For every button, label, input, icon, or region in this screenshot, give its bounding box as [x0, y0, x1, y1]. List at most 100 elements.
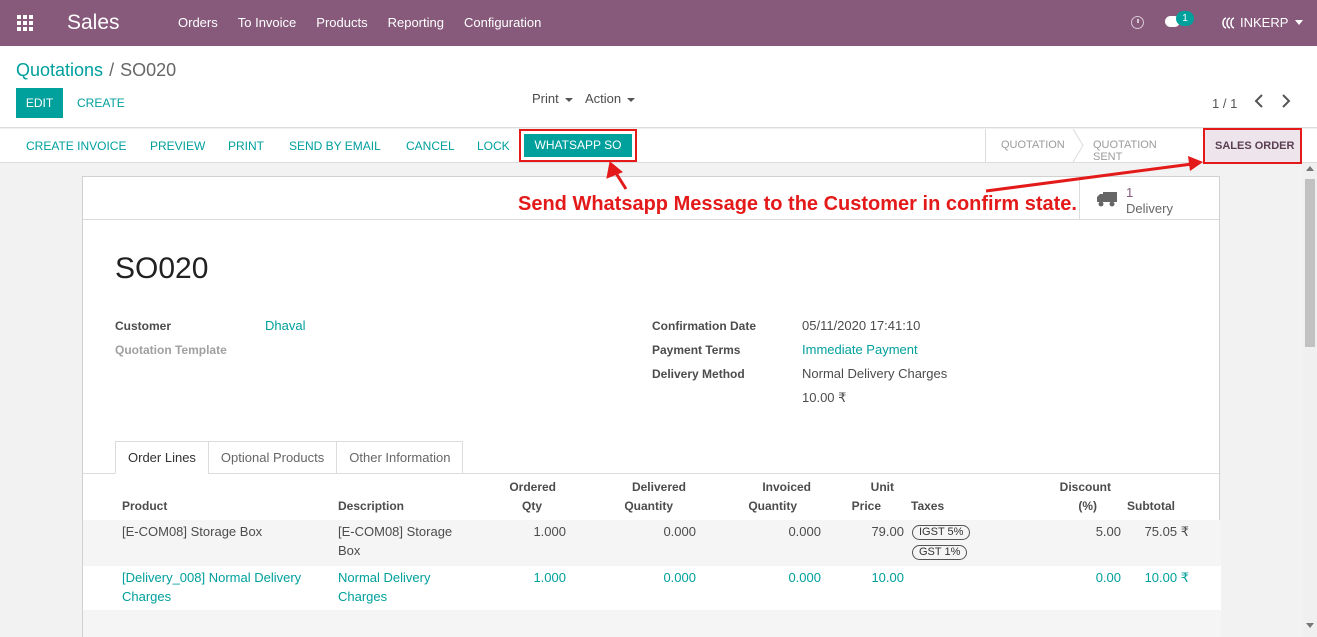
truck-icon: [1097, 192, 1117, 207]
whatsapp-highlight: WHATSAPP SO: [519, 129, 637, 162]
col-subtotal-header[interactable]: Subtotal: [1127, 499, 1175, 513]
confirmation-date-value: 05/11/2020 17:41:10: [802, 318, 921, 333]
scroll-down-icon[interactable]: [1306, 623, 1314, 628]
create-invoice-button[interactable]: CREATE INVOICE: [26, 139, 126, 153]
company-switcher[interactable]: INKERP: [1221, 15, 1304, 30]
company-logo-icon: [1222, 16, 1235, 29]
chevron-left-icon[interactable]: [1254, 94, 1264, 108]
delivery-count: 1: [1126, 185, 1134, 200]
delivery-amount-value: 10.00 ₹: [802, 390, 847, 405]
order-name-title: SO020: [115, 252, 209, 285]
menu-orders[interactable]: Orders: [178, 15, 218, 30]
print-button[interactable]: PRINT: [228, 139, 264, 153]
payment-terms-label: Payment Terms: [652, 343, 741, 357]
customer-value[interactable]: Dhaval: [265, 318, 305, 333]
whatsapp-so-button[interactable]: WHATSAPP SO: [524, 134, 632, 157]
preview-button[interactable]: PREVIEW: [150, 139, 205, 153]
activity-clock-icon[interactable]: [1131, 16, 1144, 29]
annotation-text: Send Whatsapp Message to the Customer in…: [518, 193, 1077, 215]
stage-pipeline: QUOTATION QUOTATION SENT: [985, 129, 1157, 163]
quotation-template-label: Quotation Template: [115, 343, 227, 357]
breadcrumb-current: SO020: [120, 60, 177, 80]
scroll-up-icon[interactable]: [1306, 166, 1314, 171]
col-discount-header[interactable]: Discount: [1023, 480, 1111, 494]
tax-tag: GST 1%: [912, 545, 968, 560]
col-invoiced-header[interactable]: Invoiced: [733, 480, 811, 494]
cancel-button[interactable]: CANCEL: [406, 139, 455, 153]
create-button[interactable]: CREATE: [77, 96, 125, 110]
scroll-thumb[interactable]: [1305, 179, 1315, 347]
apps-menu-icon[interactable]: [17, 15, 33, 31]
col-delivered-quantity-header[interactable]: Quantity: [603, 499, 673, 513]
row-subtotal: 75.05 ₹: [1144, 524, 1189, 539]
breadcrumb-quotations[interactable]: Quotations: [16, 60, 103, 80]
payment-terms-value[interactable]: Immediate Payment: [802, 342, 918, 357]
col-unit-header[interactable]: Unit: [843, 480, 894, 494]
chat-count-badge: 1: [1176, 11, 1194, 26]
row-description: [E-COM08] Storage: [338, 524, 453, 539]
caret-down-icon: [627, 97, 636, 102]
row-invoiced: 0.000: [788, 570, 821, 585]
row-description: Normal Delivery: [338, 570, 431, 585]
row-delivered: 0.000: [663, 570, 696, 585]
delivery-method-value: Normal Delivery Charges: [802, 366, 948, 381]
delivery-smart-button[interactable]: 1 Delivery: [1079, 177, 1221, 220]
tab-optional-products[interactable]: Optional Products: [207, 441, 338, 474]
caret-down-icon: [564, 97, 573, 102]
action-dropdown[interactable]: Action: [585, 91, 636, 106]
stage-separator: [1072, 129, 1084, 162]
lock-button[interactable]: LOCK: [477, 139, 510, 153]
app-title: Sales: [67, 11, 120, 34]
col-ordered-header[interactable]: Ordered: [483, 480, 556, 494]
menu-products[interactable]: Products: [316, 15, 367, 30]
edit-button[interactable]: EDIT: [16, 88, 63, 118]
col-price-header[interactable]: Price: [843, 499, 881, 513]
status-bar: CREATE INVOICE PREVIEW PRINT SEND BY EMA…: [0, 129, 1317, 163]
print-dropdown-label: Print: [532, 91, 559, 106]
company-name: INKERP: [1240, 15, 1289, 30]
row-qty: 1.000: [533, 524, 566, 539]
menu-to-invoice[interactable]: To Invoice: [238, 15, 297, 30]
tab-other-information[interactable]: Other Information: [336, 441, 464, 474]
top-navbar: Sales Orders To Invoice Products Reporti…: [0, 0, 1317, 46]
row-product: [E-COM08] Storage Box: [122, 524, 263, 539]
control-panel: Quotations / SO020 EDIT CREATE Print Actio…: [0, 46, 1317, 128]
delivery-method-label: Delivery Method: [652, 367, 745, 381]
row-product-cont: Charges: [122, 589, 172, 604]
delivery-label: Delivery: [1126, 201, 1173, 216]
col-invoiced-quantity-header[interactable]: Quantity: [733, 499, 797, 513]
send-by-email-button[interactable]: SEND BY EMAIL: [289, 139, 381, 153]
print-dropdown[interactable]: Print: [532, 91, 573, 106]
col-discount-pct-header[interactable]: (%): [1023, 499, 1097, 513]
row-qty: 1.000: [533, 570, 566, 585]
row-price: 79.00: [871, 524, 904, 539]
col-product-header[interactable]: Product: [122, 499, 167, 513]
stage-quotation[interactable]: QUOTATION: [1001, 139, 1065, 151]
stage-quotation-sent[interactable]: QUOTATION SENT: [1093, 139, 1157, 163]
stage-sales-order[interactable]: SALES ORDER: [1215, 140, 1294, 152]
chevron-right-icon[interactable]: [1281, 94, 1291, 108]
col-qty-header[interactable]: Qty: [483, 499, 542, 513]
row-subtotal: 10.00 ₹: [1144, 570, 1189, 585]
form-sheet: 1 Delivery SO020 Customer Dhaval Quotati…: [82, 176, 1221, 637]
menu-reporting[interactable]: Reporting: [388, 15, 444, 30]
col-description-header[interactable]: Description: [338, 499, 404, 513]
col-delivered-header[interactable]: Delivered: [603, 480, 686, 494]
notebook-tabs: Order Lines Optional Products Other Info…: [115, 441, 464, 474]
col-taxes-header[interactable]: Taxes: [911, 499, 944, 513]
row-discount: 5.00: [1095, 524, 1121, 539]
row-discount: 0.00: [1095, 570, 1121, 585]
row-price: 10.00: [871, 570, 904, 585]
row-description-cont: Charges: [338, 589, 388, 604]
menu-configuration[interactable]: Configuration: [464, 15, 541, 30]
table-empty-row: [83, 610, 1221, 637]
row-product: [Delivery_008] Normal Delivery: [122, 570, 302, 585]
tab-order-lines[interactable]: Order Lines: [115, 441, 209, 474]
row-invoiced: 0.000: [788, 524, 821, 539]
confirmation-date-label: Confirmation Date: [652, 319, 757, 333]
chevron-down-icon: [1295, 20, 1304, 25]
row-description-cont: Box: [338, 543, 361, 558]
row-delivered: 0.000: [663, 524, 696, 539]
action-dropdown-label: Action: [585, 91, 622, 106]
page-scrollbar[interactable]: [1303, 163, 1317, 637]
